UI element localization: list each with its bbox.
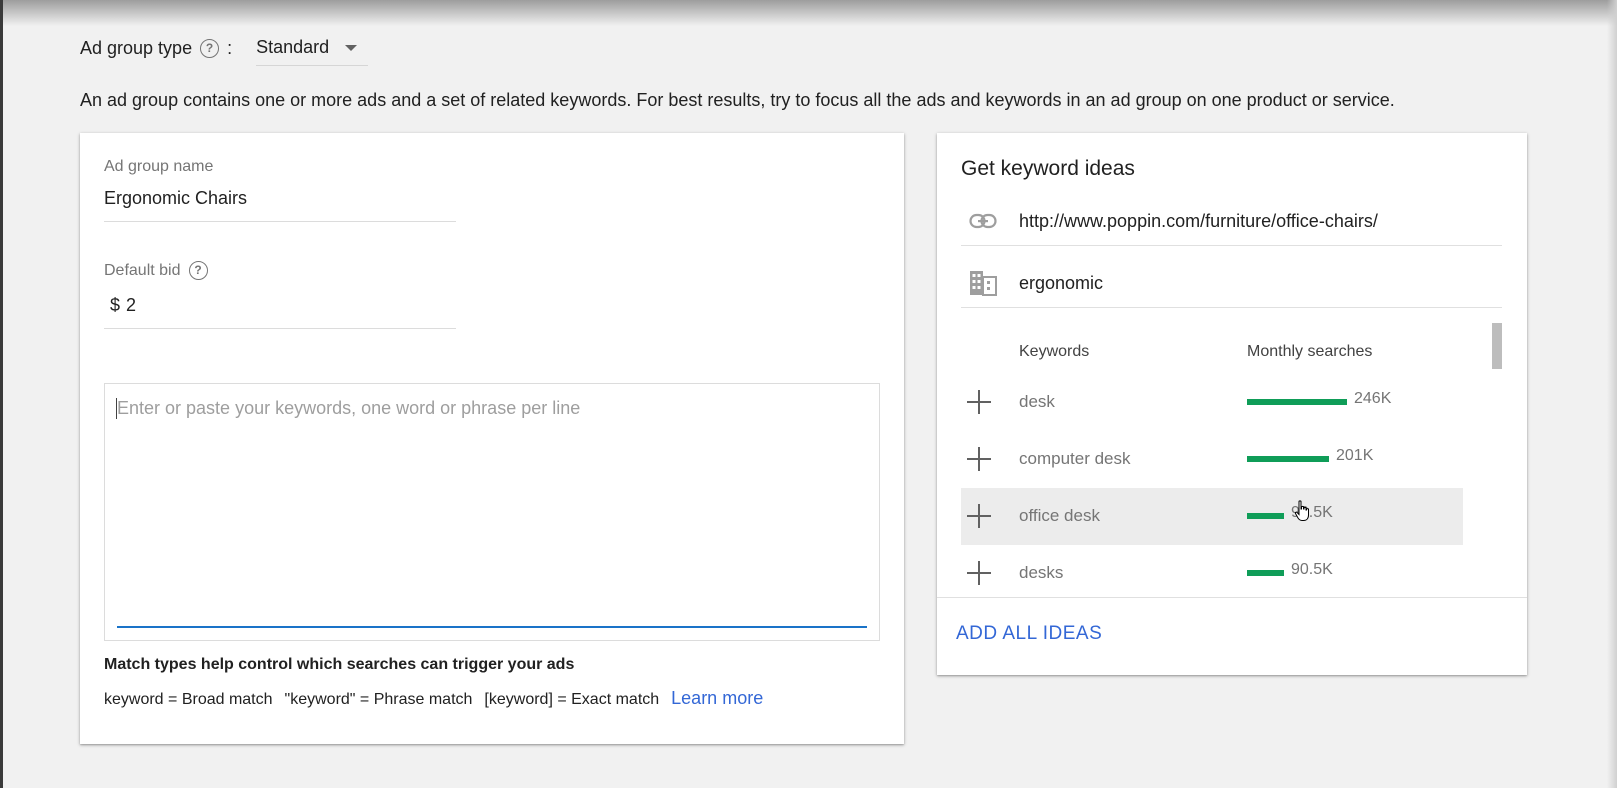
link-icon — [967, 205, 999, 237]
add-icon[interactable] — [967, 561, 991, 585]
add-all-ideas-button[interactable]: ADD ALL IDEAS — [956, 623, 1102, 645]
searches-bar — [1247, 399, 1347, 405]
add-icon[interactable] — [967, 390, 991, 414]
hand-pointer-icon — [1294, 500, 1309, 521]
keyword-ideas-title: Get keyword ideas — [961, 157, 1135, 180]
ad-group-type-dropdown[interactable]: Standard — [256, 30, 369, 66]
product-term-row[interactable]: ergonomic — [961, 259, 1502, 308]
footer-divider — [937, 597, 1527, 598]
searches-bar — [1247, 456, 1329, 462]
help-icon[interactable]: ? — [200, 38, 220, 58]
product-term: ergonomic — [1019, 272, 1104, 293]
keyword-ideas-list: desk 246K computer desk 201K office desk… — [937, 374, 1527, 590]
idea-keyword: office desk — [1019, 506, 1100, 525]
idea-searches: 90.5K — [1291, 561, 1333, 578]
keyword-idea-row[interactable]: office desk 90.5K — [961, 488, 1463, 545]
landing-page-url-row[interactable]: http://www.poppin.com/furniture/office-c… — [961, 197, 1502, 246]
default-bid-input[interactable]: $2 — [104, 295, 456, 329]
ad-group-name-label: Ad group name — [104, 158, 213, 176]
help-icon[interactable]: ? — [188, 261, 208, 280]
ad-group-name-input[interactable]: Ergonomic Chairs — [104, 188, 456, 222]
intro-text: An ad group contains one or more ads and… — [80, 90, 1395, 110]
text-cursor — [116, 398, 117, 419]
match-types-title: Match types help control which searches … — [104, 656, 575, 673]
searches-bar — [1247, 513, 1284, 519]
exact-match-text: [keyword] = Exact match — [484, 691, 660, 708]
colon: : — [227, 37, 233, 58]
broad-match-text: keyword = Broad match — [104, 691, 273, 708]
add-icon[interactable] — [967, 447, 991, 471]
idea-keyword: computer desk — [1019, 449, 1131, 468]
keywords-textarea[interactable]: Enter or paste your keywords, one word o… — [104, 383, 880, 641]
top-shadow — [0, 0, 1617, 26]
default-bid-value: 2 — [126, 295, 137, 315]
scrollbar-thumb[interactable] — [1492, 323, 1502, 369]
ad-group-type-value: Standard — [256, 37, 330, 57]
keyword-idea-row[interactable]: computer desk 201K — [961, 431, 1463, 488]
ad-group-name-label-text: Ad group name — [104, 158, 214, 175]
idea-keyword: desks — [1019, 563, 1064, 582]
monthly-searches-column-header: Monthly searches — [1247, 343, 1373, 360]
idea-searches: 246K — [1354, 390, 1392, 407]
searches-bar — [1247, 570, 1284, 576]
right-border — [1607, 0, 1617, 788]
left-border — [0, 0, 3, 788]
landing-page-url: http://www.poppin.com/furniture/office-c… — [1019, 210, 1378, 231]
phrase-match-text: "keyword" = Phrase match — [284, 691, 473, 708]
keyword-idea-row[interactable]: desks 90.5K — [961, 545, 1463, 590]
ad-group-type-label: Ad group type — [80, 37, 193, 58]
default-bid-label-text: Default bid — [104, 261, 181, 279]
ad-group-name-value: Ergonomic Chairs — [104, 188, 248, 208]
match-types-legend: keyword = Broad match "keyword" = Phrase… — [104, 688, 775, 709]
default-bid-label: Default bid ? — [104, 261, 208, 280]
idea-keyword: desk — [1019, 392, 1055, 411]
keywords-placeholder: Enter or paste your keywords, one word o… — [117, 398, 581, 418]
learn-more-link[interactable]: Learn more — [671, 688, 763, 709]
keyword-ideas-card: Get keyword ideas http://www.poppin.com/… — [937, 133, 1527, 675]
focus-underline — [117, 626, 867, 628]
idea-searches: 201K — [1336, 447, 1374, 464]
add-icon[interactable] — [967, 504, 991, 528]
chevron-down-icon — [345, 44, 358, 51]
keywords-column-header: Keywords — [1019, 343, 1090, 360]
business-icon — [967, 267, 999, 299]
ad-group-type-row: Ad group type ? : Standard — [80, 30, 369, 66]
ad-group-form-card: Ad group name Ergonomic Chairs Default b… — [80, 133, 904, 744]
keyword-idea-row[interactable]: desk 246K — [961, 374, 1463, 431]
currency-symbol: $ — [110, 295, 121, 315]
